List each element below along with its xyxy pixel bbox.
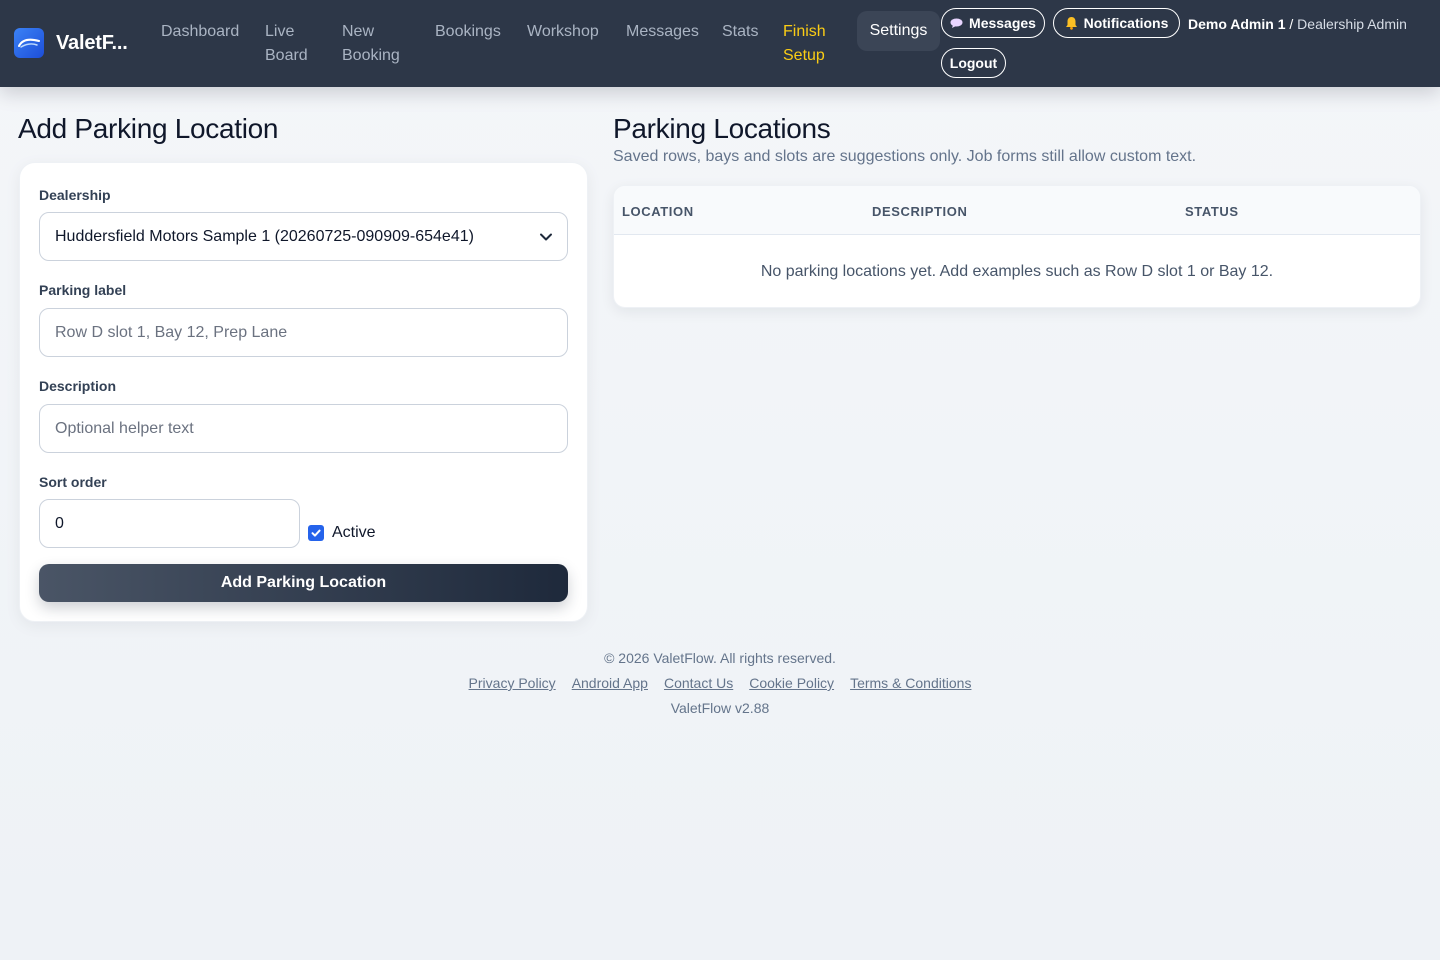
- dealership-select[interactable]: Huddersfield Motors Sample 1 (20260725-0…: [39, 212, 568, 261]
- nav-finish-setup-label-line2: Setup: [783, 47, 825, 64]
- footer-link-cookie-policy[interactable]: Cookie Policy: [749, 675, 834, 691]
- nav-workshop-label: Workshop: [527, 23, 599, 40]
- nav-live-board-label-line2: Board: [265, 47, 308, 64]
- sort-order-label: Sort order: [39, 474, 107, 490]
- footer-link-privacy-policy[interactable]: Privacy Policy: [469, 675, 556, 691]
- messages-button-label: Messages: [969, 15, 1036, 31]
- locations-subtitle: Saved rows, bays and slots are suggestio…: [613, 148, 1197, 165]
- sort-order-value: 0: [55, 514, 64, 532]
- nav-messages-label: Messages: [626, 23, 699, 40]
- dealership-label: Dealership: [39, 187, 111, 203]
- parking-label-placeholder: Row D slot 1, Bay 12, Prep Lane: [55, 323, 288, 341]
- notifications-button-label: Notifications: [1083, 15, 1169, 31]
- active-checkbox[interactable]: [308, 525, 324, 541]
- dealership-select-value: Huddersfield Motors Sample 1 (20260725-0…: [55, 227, 474, 245]
- column-header-description[interactable]: DESCRIPTION: [872, 204, 967, 219]
- nav-live-board[interactable]: Live Board: [265, 20, 308, 68]
- notifications-button[interactable]: Notifications: [1053, 8, 1180, 38]
- nav-bookings[interactable]: Bookings: [435, 20, 501, 44]
- user-separator: /: [1285, 16, 1298, 32]
- add-parking-location-button-label: Add Parking Location: [220, 574, 387, 591]
- nav-finish-setup[interactable]: Finish Setup: [783, 20, 826, 68]
- top-navigation-bar: ValetF... Dashboard Live Board New Booki…: [0, 0, 1440, 87]
- bell-icon: [1065, 17, 1077, 30]
- column-header-status[interactable]: STATUS: [1185, 204, 1239, 219]
- nav-new-booking-label-line2: Booking: [342, 47, 400, 64]
- table-header: LOCATION DESCRIPTION STATUS: [614, 186, 1420, 235]
- description-placeholder: Optional helper text: [55, 419, 194, 437]
- form-title: Add Parking Location: [18, 113, 279, 144]
- active-toggle[interactable]: Active: [308, 524, 376, 542]
- nav-settings[interactable]: Settings: [857, 11, 940, 51]
- nav-dashboard[interactable]: Dashboard: [161, 20, 239, 44]
- nav-settings-label: Settings: [869, 22, 928, 39]
- nav-finish-setup-label-line1: Finish: [783, 23, 826, 40]
- footer-version: ValetFlow v2.88: [670, 700, 770, 716]
- chevron-down-icon: [540, 233, 552, 241]
- footer-link-android-app[interactable]: Android App: [572, 675, 648, 691]
- brand[interactable]: ValetF...: [14, 28, 128, 58]
- description-label: Description: [39, 378, 117, 394]
- nav-live-board-label-line1: Live: [265, 23, 295, 40]
- speech-bubble-icon: [950, 18, 963, 28]
- car-logo-icon: [14, 28, 44, 58]
- locations-title: Parking Locations: [613, 113, 831, 144]
- nav-dashboard-label: Dashboard: [161, 23, 240, 40]
- user-info: Demo Admin 1 / Dealership Admin: [1188, 15, 1407, 33]
- add-parking-location-button[interactable]: Add Parking Location: [39, 564, 568, 602]
- footer-links: Privacy Policy Android App Contact Us Co…: [0, 675, 1440, 691]
- nav-messages[interactable]: Messages: [626, 20, 699, 44]
- sort-order-input[interactable]: 0: [39, 499, 300, 548]
- messages-button[interactable]: Messages: [941, 8, 1045, 38]
- brand-name: ValetF...: [56, 31, 128, 54]
- footer-link-contact-us[interactable]: Contact Us: [664, 675, 733, 691]
- parking-label-label: Parking label: [39, 282, 127, 298]
- user-name: Demo Admin 1: [1188, 16, 1286, 32]
- parking-label-input[interactable]: Row D slot 1, Bay 12, Prep Lane: [39, 308, 568, 357]
- nav-new-booking-label-line1: New: [342, 23, 375, 40]
- nav-stats[interactable]: Stats: [722, 20, 758, 44]
- nav-bookings-label: Bookings: [435, 23, 501, 40]
- nav-workshop[interactable]: Workshop: [527, 20, 599, 44]
- footer-link-terms[interactable]: Terms & Conditions: [850, 675, 971, 691]
- parking-locations-table: LOCATION DESCRIPTION STATUS No parking l…: [613, 185, 1421, 308]
- nav-stats-label: Stats: [722, 23, 759, 40]
- user-role: Dealership Admin: [1297, 16, 1407, 32]
- empty-state-message: No parking locations yet. Add examples s…: [760, 263, 1274, 280]
- empty-state-row: No parking locations yet. Add examples s…: [614, 235, 1420, 307]
- description-input[interactable]: Optional helper text: [39, 404, 568, 453]
- nav-new-booking[interactable]: New Booking: [342, 20, 400, 68]
- column-header-location[interactable]: LOCATION: [622, 204, 694, 219]
- active-label: Active: [332, 524, 376, 541]
- footer-copyright: © 2026 ValetFlow. All rights reserved.: [604, 650, 836, 666]
- logout-button-label: Logout: [949, 55, 998, 71]
- checkmark-icon: [311, 529, 321, 537]
- logout-button[interactable]: Logout: [941, 48, 1006, 78]
